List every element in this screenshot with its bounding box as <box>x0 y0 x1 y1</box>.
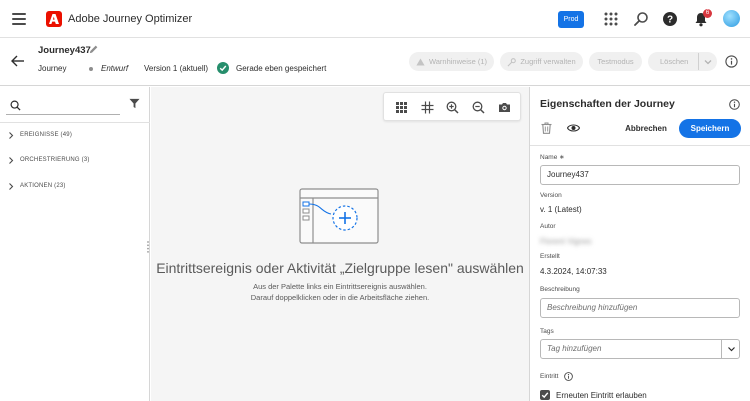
palette-section-label: AKTIONEN (23) <box>20 183 66 189</box>
journey-status: Entwurf <box>101 64 129 73</box>
journey-type: Journey <box>38 64 67 73</box>
filter-icon[interactable] <box>129 98 140 109</box>
adobe-logo-icon <box>46 11 62 27</box>
chevron-right-icon <box>9 183 14 190</box>
panel-resize-handle[interactable] <box>146 240 150 254</box>
reentry-checkbox[interactable] <box>540 390 550 400</box>
empty-canvas-illustration-icon <box>299 188 379 244</box>
trash-icon[interactable] <box>541 122 552 134</box>
properties-title: Eigenschaften der Journey <box>540 98 675 110</box>
author-label: Autor <box>540 223 556 230</box>
zoom-in-icon[interactable] <box>446 101 459 114</box>
journey-name-input[interactable]: Journey437 <box>540 165 740 185</box>
chevron-down-icon[interactable] <box>703 57 713 67</box>
edit-pencil-icon[interactable] <box>88 44 99 55</box>
tags-placeholder: Tag hinzufügen <box>547 344 602 353</box>
back-arrow-icon[interactable] <box>10 53 26 69</box>
journey-header: Journey437 Journey Entwurf Version 1 (ak… <box>0 38 750 86</box>
info-icon[interactable] <box>729 99 740 110</box>
name-label: Name ∗ <box>540 154 565 161</box>
menu-icon[interactable] <box>12 13 26 25</box>
info-icon[interactable] <box>564 372 573 381</box>
created-value: 4.3.2024, 14:07:33 <box>540 267 607 276</box>
delete-label: Löschen <box>660 57 689 66</box>
reentry-label: Erneuten Eintritt erlauben <box>556 391 647 400</box>
tags-divider <box>721 340 722 358</box>
palette-divider <box>0 122 150 123</box>
version-label: Version <box>540 192 562 199</box>
description-label: Beschreibung <box>540 286 580 293</box>
top-nav-bar: Adobe Journey Optimizer Prod ? 6 <box>0 0 750 38</box>
manage-access-label: Zugriff verwalten <box>520 57 576 66</box>
chevron-down-icon[interactable] <box>727 345 736 353</box>
warning-icon <box>416 58 425 66</box>
palette-search-input[interactable] <box>6 97 120 115</box>
sandbox-switcher-button[interactable]: Prod <box>558 11 584 28</box>
chevron-right-icon <box>9 157 14 164</box>
apps-grid-icon[interactable] <box>603 11 619 27</box>
palette-section-label: ORCHESTRIERUNG (3) <box>20 157 90 163</box>
properties-divider <box>530 145 750 146</box>
description-input[interactable]: Beschreibung hinzufügen <box>540 298 740 318</box>
grid-view-icon[interactable] <box>395 101 408 114</box>
eye-icon[interactable] <box>567 123 580 133</box>
app-title: Adobe Journey Optimizer <box>68 13 193 25</box>
empty-canvas-title: Eintrittsereignis oder Aktivität „Zielgr… <box>156 260 524 276</box>
empty-canvas-hint-1: Aus der Palette links ein Eintrittsereig… <box>253 282 427 291</box>
journey-name: Journey437 <box>38 45 91 56</box>
activity-palette: EREIGNISSE (49) ORCHESTRIERUNG (3) AKTIO… <box>0 87 150 401</box>
tags-combobox[interactable]: Tag hinzufügen <box>540 339 740 359</box>
version-value: v. 1 (Latest) <box>540 205 582 214</box>
journey-properties-panel: Eigenschaften der Journey Abbrechen Spei… <box>529 87 750 401</box>
warnings-button[interactable]: Warnhinweise (1) <box>409 52 494 71</box>
svg-text:?: ? <box>667 15 673 26</box>
user-avatar[interactable] <box>723 10 740 27</box>
align-icon[interactable] <box>421 101 434 114</box>
notification-count-badge: 6 <box>703 9 712 18</box>
author-value: Florent Vignes <box>540 237 592 246</box>
entry-label: Eintritt <box>540 373 559 380</box>
test-mode-button[interactable]: Testmodus <box>589 52 642 71</box>
search-icon[interactable] <box>633 11 649 27</box>
journey-canvas[interactable]: Eintrittsereignis oder Aktivität „Zielgr… <box>151 87 529 401</box>
search-icon <box>10 100 21 111</box>
chevron-right-icon <box>9 132 14 139</box>
delete-divider <box>698 53 699 70</box>
zoom-out-icon[interactable] <box>472 101 485 114</box>
warnings-label: Warnhinweise (1) <box>428 57 488 66</box>
help-icon[interactable]: ? <box>662 11 678 27</box>
checkmark-circle-icon <box>217 62 229 74</box>
cancel-button[interactable]: Abbrechen <box>620 120 672 137</box>
info-icon[interactable] <box>725 55 738 68</box>
empty-canvas-hint-2: Darauf doppelklicken oder in die Arbeits… <box>250 293 430 302</box>
tags-label: Tags <box>540 328 554 335</box>
palette-section-label: EREIGNISSE (49) <box>20 132 73 138</box>
created-label: Erstellt <box>540 253 560 260</box>
canvas-toolbar <box>383 92 521 121</box>
key-icon <box>507 57 517 66</box>
status-dot <box>89 67 93 71</box>
journey-version: Version 1 (aktuell) <box>144 64 209 73</box>
camera-screenshot-icon[interactable] <box>498 101 511 114</box>
saved-status: Gerade eben gespeichert <box>236 64 327 73</box>
save-button[interactable]: Speichern <box>679 119 741 138</box>
manage-access-button[interactable]: Zugriff verwalten <box>500 52 583 71</box>
